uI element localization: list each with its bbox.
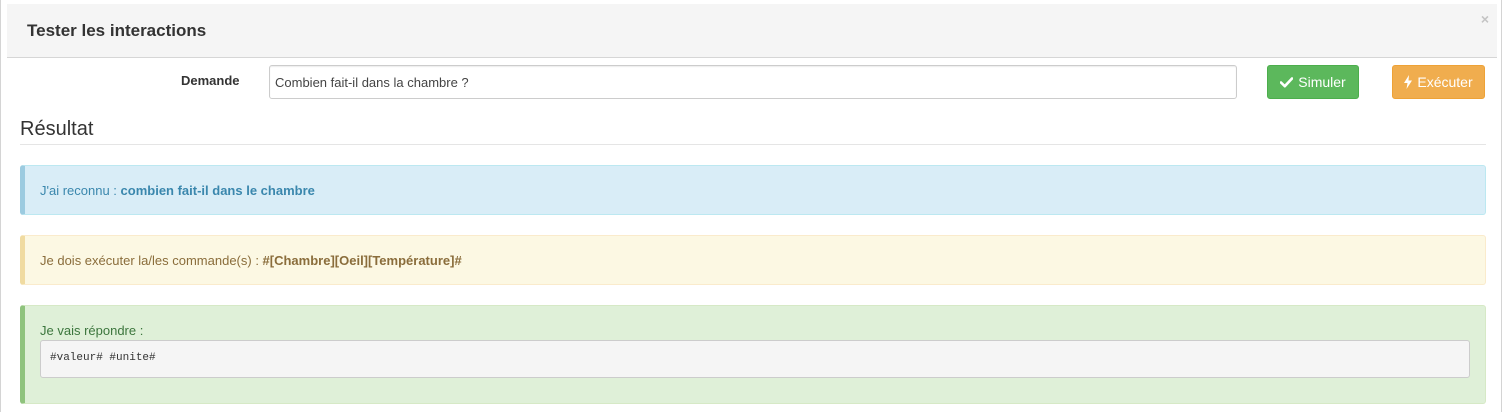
check-icon	[1280, 76, 1294, 88]
modal-title: Tester les interactions	[27, 21, 207, 40]
modal-header: Tester les interactions ×	[7, 4, 1497, 58]
commands-prefix: Je dois exécuter la/les commande(s) :	[40, 253, 263, 268]
answer-alert: Je vais répondre : #valeur# #unite#	[20, 305, 1486, 404]
commands-alert: Je dois exécuter la/les commande(s) : #[…	[20, 235, 1486, 285]
commands-line: Je dois exécuter la/les commande(s) : #[…	[40, 253, 462, 268]
test-interactions-modal: Tester les interactions × Demande Simule…	[0, 0, 1502, 412]
commands-value: #[Chambre][Oeil][Température]#	[262, 253, 462, 268]
recognized-value: combien fait-il dans le chambre	[120, 183, 315, 198]
bolt-icon	[1404, 75, 1413, 89]
recognized-line: J'ai reconnu : combien fait-il dans le c…	[40, 183, 315, 198]
section-divider	[20, 144, 1486, 145]
simulate-button[interactable]: Simuler	[1267, 65, 1359, 99]
request-input[interactable]	[269, 65, 1237, 99]
recognized-prefix: J'ai reconnu :	[40, 183, 121, 198]
answer-code: #valeur# #unite#	[40, 340, 1470, 378]
close-icon[interactable]: ×	[1481, 12, 1489, 26]
execute-button[interactable]: Exécuter	[1392, 65, 1485, 99]
simulate-button-label: Simuler	[1298, 74, 1346, 90]
recognized-alert: J'ai reconnu : combien fait-il dans le c…	[20, 165, 1486, 215]
execute-button-label: Exécuter	[1417, 74, 1473, 90]
result-title: Résultat	[20, 118, 94, 140]
request-label: Demande	[181, 73, 240, 88]
answer-prefix: Je vais répondre :	[40, 323, 144, 338]
